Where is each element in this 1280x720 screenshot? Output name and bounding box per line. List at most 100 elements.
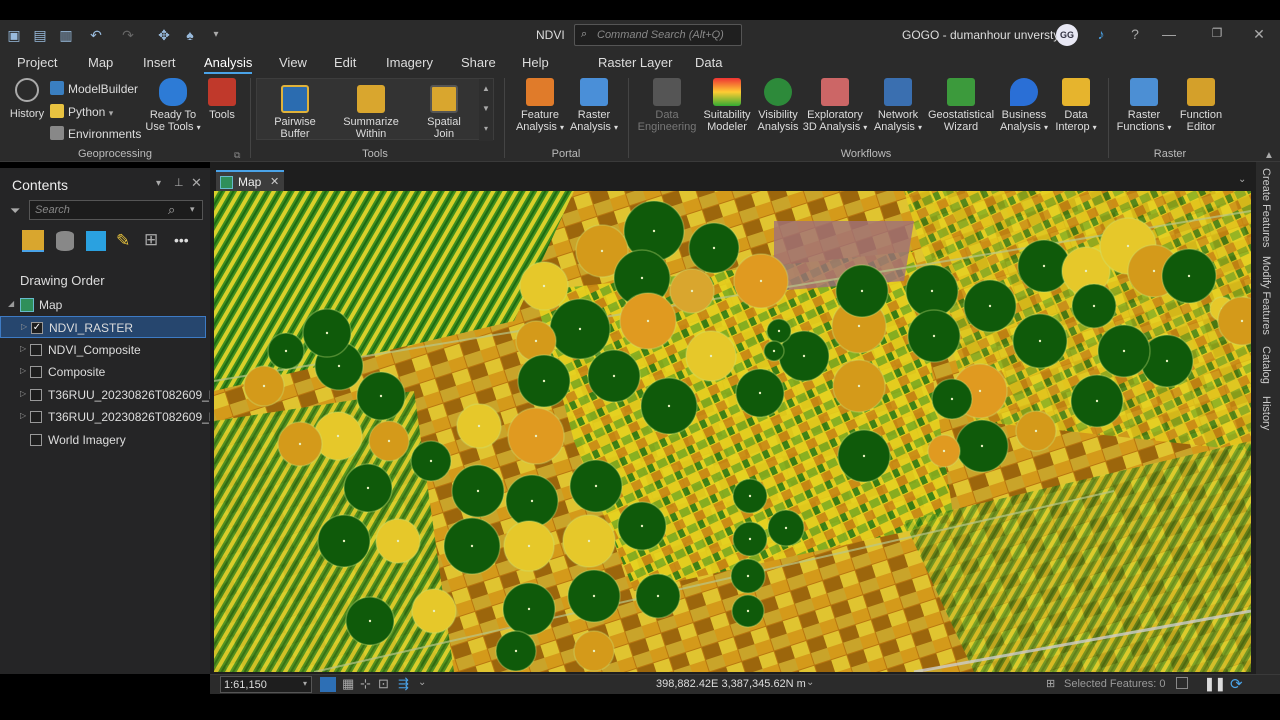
- binoculars-icon[interactable]: ♠: [182, 27, 198, 43]
- navigate-icon[interactable]: ✥: [156, 27, 172, 43]
- tab-map-view[interactable]: Map ✕: [216, 170, 284, 192]
- layer-visibility-checkbox[interactable]: [30, 411, 42, 423]
- tab-map[interactable]: Map: [88, 55, 113, 70]
- expand-icon[interactable]: ▷: [20, 366, 26, 375]
- restore-icon[interactable]: ❐: [1208, 26, 1226, 40]
- map-node[interactable]: ◢ Map: [0, 294, 206, 316]
- help-icon[interactable]: ?: [1126, 26, 1144, 42]
- layer-ndvi-composite[interactable]: ▷ NDVI_Composite: [0, 339, 206, 361]
- list-by-selection-icon[interactable]: [86, 231, 106, 251]
- list-by-snapping-icon[interactable]: ⊞: [144, 231, 158, 249]
- search-options-icon[interactable]: ▾: [190, 204, 195, 215]
- business-analysis-button[interactable]: Business Analysis ▾: [998, 78, 1050, 134]
- collapse-ribbon-icon[interactable]: ▲: [1264, 150, 1274, 161]
- tools-button[interactable]: Tools: [204, 78, 240, 121]
- open-project-icon[interactable]: ▤: [32, 27, 48, 43]
- refresh-icon[interactable]: ⟳: [1230, 675, 1243, 693]
- tab-create-features[interactable]: Create Features: [1260, 168, 1272, 247]
- gallery-scroll[interactable]: ▲ ▼ ▾: [479, 79, 493, 141]
- close-pane-icon[interactable]: ✕: [191, 175, 202, 191]
- minimize-icon[interactable]: —: [1160, 26, 1178, 42]
- coordinate-format-icon[interactable]: ⌄: [806, 677, 814, 688]
- tab-view[interactable]: View: [279, 55, 307, 70]
- layer-visibility-checkbox[interactable]: [30, 366, 42, 378]
- undo-icon[interactable]: ↶: [88, 27, 104, 43]
- map-units-icon[interactable]: [320, 677, 336, 692]
- notifications-icon[interactable]: ♪: [1092, 26, 1110, 42]
- redo-icon[interactable]: ↷: [120, 27, 136, 43]
- expand-icon[interactable]: ▷: [20, 411, 26, 420]
- customize-qat-icon[interactable]: ▾: [208, 27, 224, 43]
- exploratory-3d-button[interactable]: Exploratory 3D Analysis ▾: [802, 78, 868, 134]
- environments-button[interactable]: Environments: [50, 126, 141, 141]
- tab-raster-layer[interactable]: Raster Layer: [598, 55, 672, 70]
- pane-menu-icon[interactable]: ▾: [156, 178, 161, 189]
- modelbuilder-button[interactable]: ModelBuilder: [50, 81, 138, 96]
- tab-share[interactable]: Share: [461, 55, 496, 70]
- app-icon[interactable]: ▣: [6, 27, 22, 43]
- expand-icon[interactable]: ▷: [20, 389, 26, 398]
- data-engineering-button[interactable]: Data Engineering: [636, 78, 698, 133]
- ready-to-use-tools-button[interactable]: Ready To Use Tools ▾: [144, 78, 202, 134]
- expand-icon[interactable]: ▷: [20, 344, 26, 353]
- raster-functions-button[interactable]: Raster Functions ▾: [1114, 78, 1174, 134]
- tab-data[interactable]: Data: [695, 55, 722, 70]
- filter-icon[interactable]: ⏷: [10, 203, 20, 219]
- chevron-down-icon[interactable]: ⌄: [418, 677, 426, 688]
- tab-project[interactable]: Project: [17, 55, 57, 70]
- dialog-launcher-icon[interactable]: ⧉: [234, 150, 240, 161]
- spatial-join-button[interactable]: Spatial Join: [419, 85, 469, 140]
- collapse-icon[interactable]: ◢: [8, 299, 14, 308]
- tab-history[interactable]: History: [1260, 396, 1272, 430]
- tab-catalog[interactable]: Catalog: [1260, 346, 1272, 384]
- data-interop-button[interactable]: Data Interop ▾: [1052, 78, 1100, 134]
- pin-icon[interactable]: ⊥: [174, 176, 184, 189]
- clear-selection-icon[interactable]: [1176, 677, 1188, 689]
- save-icon[interactable]: ▥: [58, 27, 74, 43]
- tab-analysis[interactable]: Analysis: [204, 55, 253, 74]
- layer-t36ruu-1[interactable]: ▷ T36RUU_20230826T082609_B0...: [0, 384, 233, 406]
- pause-drawing-icon[interactable]: ❚❚: [1204, 676, 1226, 692]
- tab-list-icon[interactable]: ⌄: [1238, 174, 1246, 185]
- layer-visibility-checkbox[interactable]: [30, 434, 42, 446]
- layer-visibility-checkbox[interactable]: ✓: [31, 322, 43, 334]
- tab-edit[interactable]: Edit: [334, 55, 356, 70]
- contents-search-input[interactable]: Search ⌕ ▾: [29, 200, 203, 220]
- network-analysis-button[interactable]: Network Analysis ▾: [872, 78, 924, 134]
- layer-ndvi-raster[interactable]: ▷ ✓ NDVI_RASTER: [0, 316, 206, 338]
- pairwise-buffer-button[interactable]: Pairwise Buffer: [267, 85, 323, 140]
- layer-visibility-checkbox[interactable]: [30, 389, 42, 401]
- history-button[interactable]: History: [6, 78, 48, 120]
- raster-analysis-button[interactable]: Raster Analysis ▾: [568, 78, 620, 134]
- python-button[interactable]: Python ▾: [50, 104, 113, 119]
- layer-t36ruu-2[interactable]: ▷ T36RUU_20230826T082609_B0...: [0, 406, 233, 428]
- summarize-within-button[interactable]: Summarize Within: [339, 85, 403, 140]
- command-search-input[interactable]: ⌕ Command Search (Alt+Q): [574, 24, 742, 46]
- tab-modify-features[interactable]: Modify Features: [1260, 256, 1272, 335]
- layer-composite[interactable]: ▷ Composite: [0, 361, 206, 383]
- avatar[interactable]: GG: [1056, 24, 1078, 46]
- visibility-analysis-button[interactable]: Visibility Analysis: [756, 78, 800, 133]
- user-name[interactable]: GOGO - dumanhour unversty: [902, 28, 1059, 42]
- scale-selector[interactable]: 1:61,150 ▾: [220, 676, 312, 693]
- expand-icon[interactable]: ▷: [21, 322, 27, 331]
- grid-icon[interactable]: ▦: [342, 676, 354, 692]
- map-view[interactable]: [214, 191, 1251, 672]
- list-by-editing-icon[interactable]: ✎: [116, 232, 130, 250]
- tab-imagery[interactable]: Imagery: [386, 55, 433, 70]
- navigation-icon[interactable]: ⇶: [398, 676, 409, 692]
- snapping-icon[interactable]: ⊹: [360, 676, 371, 692]
- suitability-modeler-button[interactable]: Suitability Modeler: [700, 78, 754, 133]
- function-editor-button[interactable]: Function Editor: [1176, 78, 1226, 133]
- more-icon[interactable]: •••: [174, 232, 189, 248]
- list-by-drawing-order-icon[interactable]: [22, 230, 44, 252]
- close-tab-icon[interactable]: ✕: [270, 175, 279, 188]
- close-icon[interactable]: ✕: [1250, 26, 1268, 43]
- correction-icon[interactable]: ⊡: [378, 676, 389, 692]
- geostatistical-wizard-button[interactable]: Geostatistical Wizard: [926, 78, 996, 133]
- feature-analysis-button[interactable]: Feature Analysis ▾: [514, 78, 566, 134]
- tab-help[interactable]: Help: [522, 55, 549, 70]
- layer-visibility-checkbox[interactable]: [30, 344, 42, 356]
- tab-insert[interactable]: Insert: [143, 55, 176, 70]
- list-by-source-icon[interactable]: [56, 231, 74, 251]
